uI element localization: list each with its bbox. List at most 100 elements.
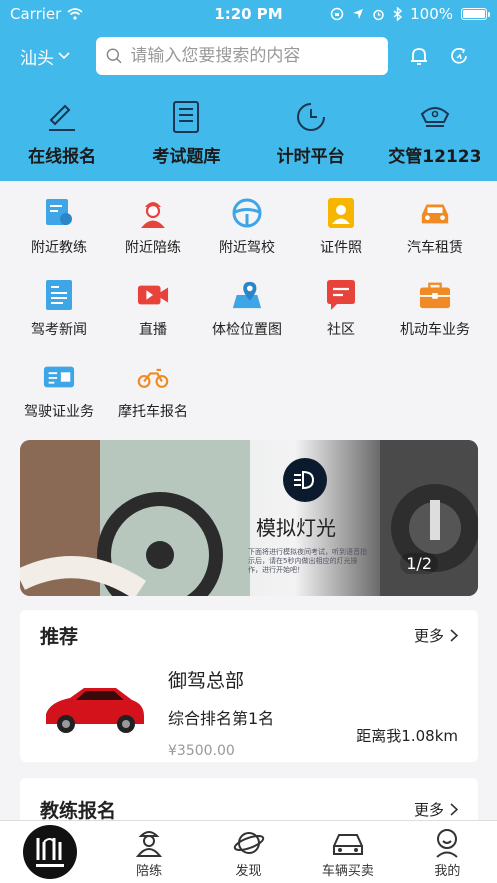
car-icon <box>419 197 451 229</box>
service-label: 社区 <box>327 322 355 338</box>
tab-practice[interactable]: 陪练 <box>99 821 198 883</box>
search-icon <box>106 48 122 64</box>
tab-label: 我的 <box>434 864 461 879</box>
refresh-icon[interactable] <box>448 45 470 67</box>
section-title: 教练报名 <box>40 799 117 822</box>
city-label: 汕头 <box>20 48 54 69</box>
person-cap-icon <box>136 831 163 857</box>
service-label: 证件照 <box>320 240 362 256</box>
school-car-image <box>46 688 144 733</box>
tab-label: 车辆买卖 <box>321 864 374 879</box>
chevron-down-icon <box>58 52 70 60</box>
chevron-right-icon <box>450 628 458 642</box>
tab-label: 在线报名 <box>28 147 97 167</box>
service-live[interactable]: 直播 <box>106 279 200 361</box>
service-label: 附近教练 <box>31 240 87 256</box>
motorcycle-icon <box>137 361 169 393</box>
school-name: 御驾总部 <box>168 670 245 692</box>
briefcase-icon <box>419 279 451 311</box>
section-title: 推荐 <box>40 625 79 648</box>
alarm-icon <box>373 9 384 20</box>
battery-percent: 100% <box>410 5 453 23</box>
service-label: 机动车业务 <box>400 322 470 338</box>
service-license-business[interactable]: 驾驶证业务 <box>12 361 106 443</box>
more-label: 更多 <box>413 800 444 819</box>
bell-icon[interactable] <box>408 45 430 67</box>
video-camera-icon <box>137 279 169 311</box>
id-photo-icon <box>325 197 357 229</box>
service-label: 摩托车报名 <box>118 404 188 420</box>
header-area: Carrier 1:20 PM 100% 汕头 在线报名 <box>0 0 497 181</box>
service-motorcycle-signup[interactable]: 摩托车报名 <box>106 361 200 443</box>
service-label: 直播 <box>139 322 167 338</box>
tab-label: 交管12123 <box>388 147 482 167</box>
tab-question-bank[interactable]: 考试题库 <box>124 90 248 180</box>
news-icon <box>43 279 75 311</box>
service-medical-map[interactable]: 体检位置图 <box>200 279 294 361</box>
tab-profile[interactable]: 我的 <box>398 821 497 883</box>
carrier-label: Carrier <box>10 5 62 23</box>
promo-banner[interactable]: 模拟灯光 下面将进行模拟夜间考试，听到语音指示后，请在5秒内做出相应的灯光操作，… <box>20 440 478 596</box>
tab-car-trade[interactable]: 车辆买卖 <box>298 821 397 883</box>
service-label: 驾驶证业务 <box>24 404 94 420</box>
wifi-icon <box>67 8 83 20</box>
more-link[interactable]: 更多 <box>414 799 458 820</box>
more-label: 更多 <box>413 626 444 645</box>
tab-discover[interactable]: 发现 <box>199 821 298 883</box>
car-icon <box>332 834 363 855</box>
chat-bubble-icon <box>325 279 357 311</box>
city-selector[interactable]: 汕头 <box>12 44 96 69</box>
service-label: 体检位置图 <box>212 322 282 338</box>
person-cap-icon <box>137 197 169 229</box>
edit-icon <box>49 104 76 131</box>
banner-page-indicator: 1/2 <box>400 553 438 574</box>
tab-home[interactable] <box>0 821 99 883</box>
status-bar: Carrier 1:20 PM 100% <box>0 0 497 28</box>
more-link[interactable]: 更多 <box>414 625 458 646</box>
chevron-right-icon <box>450 802 458 816</box>
service-label: 附近驾校 <box>219 240 275 256</box>
service-nearby-partner[interactable]: 附近陪练 <box>106 197 200 279</box>
battery-icon <box>461 8 490 20</box>
service-label: 汽车租赁 <box>407 240 463 256</box>
service-label: 附近陪练 <box>125 240 181 256</box>
license-card-icon <box>43 361 75 393</box>
service-news[interactable]: 驾考新闻 <box>12 279 106 361</box>
banner-title: 模拟灯光 <box>256 516 336 540</box>
service-nearby-school[interactable]: 附近驾校 <box>200 197 294 279</box>
search-box[interactable] <box>96 37 388 75</box>
planet-icon <box>233 832 264 854</box>
tab-label: 计时平台 <box>276 147 345 167</box>
app-logo-icon <box>22 825 77 879</box>
coach-id-icon <box>43 197 75 229</box>
tab-timing-platform[interactable]: 计时平台 <box>249 90 373 180</box>
banner-subtitle: 下面将进行模拟夜间考试，听到语音指示后，请在5秒内做出相应的灯光操作，进行开始吧… <box>248 548 367 575</box>
bluetooth-icon <box>393 7 403 21</box>
service-label: 驾考新闻 <box>31 322 87 338</box>
school-item[interactable]: 御驾总部 综合排名第1名 ¥3500.00 距离我1.08km <box>20 660 478 764</box>
document-icon <box>173 101 200 133</box>
police-cap-icon <box>420 107 450 127</box>
clock-icon <box>296 103 325 131</box>
tab-online-signup[interactable]: 在线报名 <box>0 90 124 180</box>
service-id-photo[interactable]: 证件照 <box>294 197 388 279</box>
search-input[interactable] <box>130 46 378 66</box>
steering-wheel-icon <box>231 197 263 229</box>
tab-traffic-12123[interactable]: 交管12123 <box>373 90 497 180</box>
tab-label: 发现 <box>235 864 262 879</box>
user-icon <box>436 829 458 858</box>
school-distance: 距离我1.08km <box>356 727 458 745</box>
service-grid: 附近教练 附近陪练 附近驾校 证件照 汽车租赁 驾考新闻 直播 体检位置图 社区… <box>0 181 497 443</box>
service-nearby-coach[interactable]: 附近教练 <box>12 197 106 279</box>
tab-label: 考试题库 <box>152 147 221 167</box>
tab-label: 陪练 <box>136 864 163 879</box>
rotation-lock-icon <box>330 7 344 21</box>
service-community[interactable]: 社区 <box>294 279 388 361</box>
headlight-icon <box>283 458 327 502</box>
service-vehicle-business[interactable]: 机动车业务 <box>388 279 482 361</box>
service-car-rental[interactable]: 汽车租赁 <box>388 197 482 279</box>
location-icon <box>353 9 364 19</box>
bottom-tab-bar: 陪练 发现 车辆买卖 我的 <box>0 820 497 883</box>
recommend-card: 推荐 更多 御驾总部 综合排名第1名 ¥3500.00 距离我1.08km <box>20 610 478 762</box>
map-pin-icon <box>231 279 263 311</box>
